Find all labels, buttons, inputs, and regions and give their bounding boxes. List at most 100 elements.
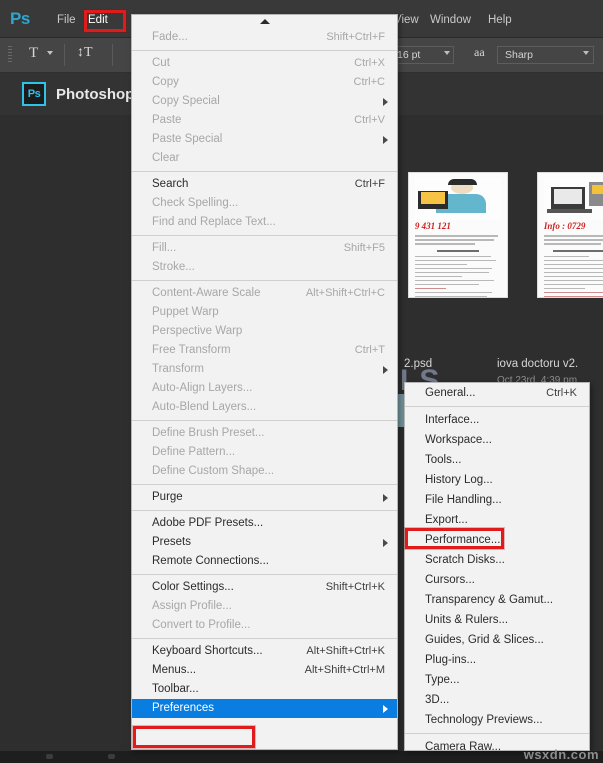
menu-item-search[interactable]: Search Ctrl+F bbox=[132, 175, 397, 194]
menu-item-label: Cut bbox=[152, 57, 170, 69]
menu-item-preferences[interactable]: Preferences bbox=[132, 699, 397, 718]
menu-item-remote-connections[interactable]: Remote Connections... bbox=[132, 552, 397, 571]
menu-item-keyboard-shortcuts[interactable]: Keyboard Shortcuts... Alt+Shift+Ctrl+K bbox=[132, 642, 397, 661]
menu-item-label: Color Settings... bbox=[152, 581, 234, 593]
menu-item-purge[interactable]: Purge bbox=[132, 488, 397, 507]
chevron-down-icon[interactable] bbox=[583, 51, 589, 55]
menu-item-label: Copy bbox=[152, 76, 179, 88]
menu-item-label: Transform bbox=[152, 363, 204, 375]
menu-separator bbox=[132, 171, 397, 172]
menu-item-label: General... bbox=[425, 387, 476, 399]
menu-item-guides-grid-slices[interactable]: Guides, Grid & Slices... bbox=[405, 630, 589, 650]
menu-item-plug-ins[interactable]: Plug-ins... bbox=[405, 650, 589, 670]
scroll-up-arrow-icon[interactable] bbox=[132, 15, 397, 28]
menu-item-define-brush-preset: Define Brush Preset... bbox=[132, 424, 397, 443]
menu-item-label: Paste bbox=[152, 114, 182, 126]
menu-item-label: Menus... bbox=[152, 664, 197, 676]
menu-item-label: Type... bbox=[425, 674, 460, 686]
menu-item-presets[interactable]: Presets bbox=[132, 533, 397, 552]
menu-item-label: Technology Previews... bbox=[425, 714, 543, 726]
menu-item-paste: Paste Ctrl+V bbox=[132, 111, 397, 130]
menu-item-tools[interactable]: Tools... bbox=[405, 450, 589, 470]
antialias-icon: aa bbox=[474, 45, 485, 59]
menu-item-technology-previews[interactable]: Technology Previews... bbox=[405, 710, 589, 730]
menu-item-label: Puppet Warp bbox=[152, 306, 219, 318]
menu-item-label: Tools... bbox=[425, 454, 462, 466]
thumbnail-preview: 9 431 121 bbox=[408, 172, 508, 298]
menu-item-fill: Fill... Shift+F5 bbox=[132, 239, 397, 258]
menu-item-cursors[interactable]: Cursors... bbox=[405, 570, 589, 590]
font-size-field[interactable]: 16 pt bbox=[392, 46, 454, 64]
menu-item-file-handling[interactable]: File Handling... bbox=[405, 490, 589, 510]
menu-item-transparency-gamut[interactable]: Transparency & Gamut... bbox=[405, 590, 589, 610]
antialias-select[interactable]: Sharp bbox=[497, 46, 594, 64]
menubar-item-help[interactable]: Help bbox=[488, 14, 512, 26]
menu-item-export[interactable]: Export... bbox=[405, 510, 589, 530]
menu-item-label: Units & Rulers... bbox=[425, 614, 509, 626]
menu-separator bbox=[132, 510, 397, 511]
menu-item-label: Export... bbox=[425, 514, 468, 526]
menu-item-label: Scratch Disks... bbox=[425, 554, 505, 566]
menu-item-find-and-replace-text: Find and Replace Text... bbox=[132, 213, 397, 232]
menu-item-adobe-pdf-presets[interactable]: Adobe PDF Presets... bbox=[132, 514, 397, 533]
menu-item-label: Plug-ins... bbox=[425, 654, 477, 666]
preferences-submenu[interactable]: General... Ctrl+K Interface... Workspace...… bbox=[404, 382, 590, 753]
menu-item-label: Find and Replace Text... bbox=[152, 216, 276, 228]
menu-separator bbox=[132, 484, 397, 485]
menu-item-label: Remote Connections... bbox=[152, 555, 269, 567]
menu-item-puppet-warp: Puppet Warp bbox=[132, 303, 397, 322]
menu-item-shortcut: Shift+Ctrl+K bbox=[325, 581, 385, 593]
menu-item-history-log[interactable]: History Log... bbox=[405, 470, 589, 490]
menu-item-define-pattern: Define Pattern... bbox=[132, 443, 397, 462]
text-orientation-icon[interactable]: ↕T bbox=[77, 45, 93, 61]
menu-item-interface[interactable]: Interface... bbox=[405, 410, 589, 430]
menu-item-label: Define Pattern... bbox=[152, 446, 236, 458]
divider bbox=[64, 44, 65, 66]
chevron-down-icon[interactable] bbox=[444, 51, 450, 55]
menu-item-scratch-disks[interactable]: Scratch Disks... bbox=[405, 550, 589, 570]
menu-item-perspective-warp: Perspective Warp bbox=[132, 322, 397, 341]
divider bbox=[112, 44, 113, 66]
menu-item-performance[interactable]: Performance... bbox=[405, 530, 589, 550]
menu-item-units-rulers[interactable]: Units & Rulers... bbox=[405, 610, 589, 630]
menu-item-copy-special: Copy Special bbox=[132, 92, 397, 111]
photoshop-logo-icon: Ps bbox=[10, 9, 30, 28]
menu-item-shortcut: Ctrl+T bbox=[354, 344, 385, 356]
chevron-down-icon[interactable] bbox=[47, 51, 53, 55]
menu-item-label: Preferences bbox=[152, 702, 215, 714]
menu-item-stroke: Stroke... bbox=[132, 258, 397, 277]
menu-item-free-transform: Free Transform Ctrl+T bbox=[132, 341, 397, 360]
menu-item-3d[interactable]: 3D... bbox=[405, 690, 589, 710]
recent-file-thumbnail[interactable]: 9 431 121 bbox=[408, 172, 508, 298]
menu-item-fade: Fade... Shift+Ctrl+F bbox=[132, 28, 397, 47]
menu-item-type[interactable]: Type... bbox=[405, 670, 589, 690]
recent-file-thumbnail[interactable]: Info : 0729 bbox=[537, 172, 603, 298]
thumbnail-preview: Info : 0729 bbox=[537, 172, 603, 298]
menu-item-assign-profile: Assign Profile... bbox=[132, 597, 397, 616]
menubar-item-file[interactable]: File bbox=[57, 14, 76, 26]
menu-item-label: Performance... bbox=[425, 534, 501, 546]
menu-item-label: File Handling... bbox=[425, 494, 502, 506]
thumbnail-body-lines bbox=[543, 235, 603, 297]
options-bar-grip[interactable] bbox=[8, 46, 12, 64]
menu-item-general[interactable]: General... Ctrl+K bbox=[405, 383, 589, 403]
submenu-arrow-icon bbox=[383, 98, 388, 106]
menu-item-menus[interactable]: Menus... Alt+Shift+Ctrl+M bbox=[132, 661, 397, 680]
edit-menu-dropdown[interactable]: Fade... Shift+Ctrl+F Cut Ctrl+X Copy Ctrl+C Co… bbox=[131, 14, 398, 750]
thumbnail-headline: 9 431 121 bbox=[414, 221, 451, 232]
start-screen-title: Photoshop bbox=[56, 86, 135, 103]
menu-item-shortcut: Alt+Shift+Ctrl+K bbox=[306, 645, 385, 657]
menu-item-content-aware-scale: Content-Aware Scale Alt+Shift+Ctrl+C bbox=[132, 284, 397, 303]
type-tool-icon[interactable]: T bbox=[29, 45, 38, 62]
menu-item-label: Camera Raw... bbox=[425, 741, 502, 753]
menu-item-toolbar[interactable]: Toolbar... bbox=[132, 680, 397, 699]
menubar-item-edit[interactable]: Edit bbox=[88, 14, 108, 26]
menu-item-workspace[interactable]: Workspace... bbox=[405, 430, 589, 450]
menu-item-color-settings[interactable]: Color Settings... Shift+Ctrl+K bbox=[132, 578, 397, 597]
menu-item-label: Search bbox=[152, 178, 189, 190]
menu-item-label: Copy Special bbox=[152, 95, 220, 107]
menu-item-check-spelling: Check Spelling... bbox=[132, 194, 397, 213]
menubar-item-window[interactable]: Window bbox=[430, 14, 471, 26]
menu-item-shortcut: Shift+Ctrl+F bbox=[326, 31, 385, 43]
menu-item-label: Check Spelling... bbox=[152, 197, 239, 209]
